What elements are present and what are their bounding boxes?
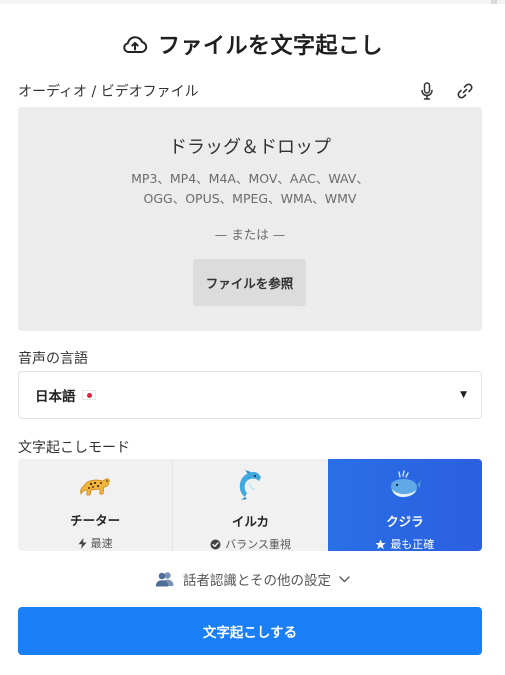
language-selected-value: 日本語 [35,389,76,405]
mode-sub-dolphin-text: バランス重視 [225,538,291,551]
mode-name-whale: クジラ [386,514,424,529]
japan-flag-icon [81,390,96,400]
top-strip [0,0,505,4]
page-header: ファイルを文字起こし [0,28,505,60]
chevron-down-icon [339,575,350,582]
dolphin-icon [234,469,266,501]
or-separator: — または — [214,227,286,242]
page-title: ファイルを文字起こし [157,34,383,59]
whale-icon [388,469,422,501]
cloud-upload-icon [122,34,148,54]
source-label: オーディオ / ビデオファイル [18,84,199,100]
mode-selector: チーター 最速 イルカ バランス重視 クジラ 最も正確 [18,459,482,551]
file-dropzone[interactable]: ドラッグ＆ドロップ MP3、MP4、M4A、MOV、AAC、WAV、 OGG、O… [18,107,482,331]
dropzone-title: ドラッグ＆ドロップ [169,137,331,158]
source-row: オーディオ / ビデオファイル [18,80,482,102]
mode-option-cheetah[interactable]: チーター 最速 [18,459,172,551]
browse-files-button[interactable]: ファイルを参照 [193,259,306,306]
mode-name-dolphin: イルカ [231,514,270,529]
supported-formats: MP3、MP4、M4A、MOV、AAC、WAV、 OGG、OPUS、MPEG、W… [18,169,482,209]
speaker-settings-toggle[interactable]: 話者認識とその他の設定 [0,568,505,590]
source-icons [420,82,482,100]
formats-line-1: MP3、MP4、M4A、MOV、AAC、WAV、 [131,171,369,186]
mode-sub-cheetah: 最速 [78,535,113,551]
language-label: 音声の言語 [18,351,88,367]
mode-sub-whale: 最も正確 [375,536,434,551]
check-circle-icon [210,539,221,549]
transcribe-button[interactable]: 文字起こしする [18,607,482,655]
mode-option-whale[interactable]: クジラ 最も正確 [327,459,482,551]
mode-sub-cheetah-text: 最速 [90,537,113,550]
microphone-icon[interactable] [420,82,434,100]
people-icon [155,572,174,587]
star-icon [375,539,386,549]
lightning-icon [78,537,87,549]
mode-option-dolphin[interactable]: イルカ バランス重視 [172,459,327,551]
top-strip-mark [491,0,497,4]
cheetah-icon [78,469,112,500]
mode-sub-whale-text: 最も正確 [390,538,435,551]
speaker-settings-label: 話者認識とその他の設定 [182,573,332,589]
formats-line-2: OGG、OPUS、MPEG、WMA、WMV [143,191,357,206]
mode-name-cheetah: チーター [70,513,121,528]
chevron-down-icon: ▼ [460,390,467,400]
mode-label: 文字起こしモード [18,440,130,456]
language-select[interactable]: 日本語 ▼ [18,371,482,419]
mode-sub-dolphin: バランス重視 [210,536,291,551]
link-icon[interactable] [456,82,474,100]
